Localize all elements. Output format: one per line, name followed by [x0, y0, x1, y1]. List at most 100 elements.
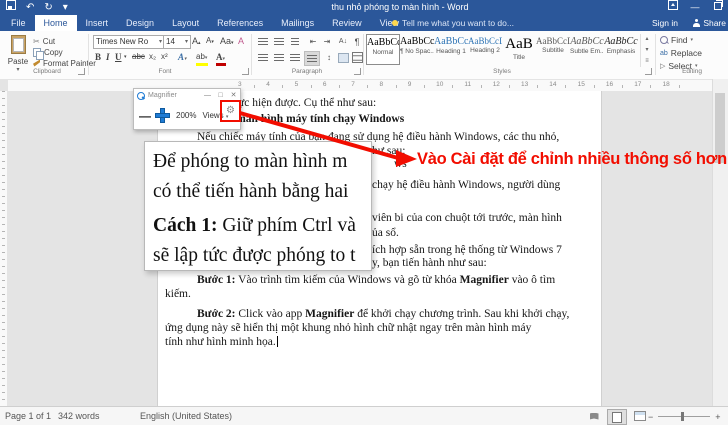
align-center-button[interactable]: [272, 51, 286, 64]
tab-mailings[interactable]: Mailings: [272, 15, 323, 31]
shrink-font-button[interactable]: A▾: [206, 36, 214, 45]
superscript-button[interactable]: x²: [161, 52, 168, 61]
font-size-combo[interactable]: 14 ▾: [163, 35, 191, 49]
zoom-in-button[interactable]: [155, 108, 170, 123]
borders-button[interactable]: [350, 51, 364, 64]
window-title: thu nhỏ phóng to màn hình - Word: [331, 2, 469, 12]
bullets-button[interactable]: [256, 35, 270, 48]
tab-review[interactable]: Review: [323, 15, 371, 31]
decrease-indent-button[interactable]: ⇤: [306, 35, 320, 48]
shading-button[interactable]: [336, 51, 350, 64]
tab-insert[interactable]: Insert: [77, 15, 118, 31]
underline-button[interactable]: U: [115, 52, 122, 62]
word-application-window: ↶ ↻ ▾ thu nhỏ phóng to màn hình - Word —…: [0, 0, 728, 425]
style-title[interactable]: AaB Title: [502, 34, 536, 65]
minimize-button[interactable]: —: [684, 0, 706, 15]
cut-label: Cut: [42, 36, 56, 46]
line-spacing-button[interactable]: ↕: [322, 51, 336, 64]
sort-button[interactable]: A↓: [336, 35, 350, 48]
copy-button[interactable]: Copy: [33, 47, 63, 60]
style-emphasis[interactable]: AaBbCc Emphasis: [604, 34, 638, 65]
chevron-down-icon[interactable]: ▾: [124, 54, 127, 60]
language-indicator[interactable]: English (United States): [140, 407, 232, 425]
text-effects-button[interactable]: A▾: [178, 52, 187, 62]
magnifier-minimize-button[interactable]: —: [201, 89, 214, 102]
styles-dialog-launcher[interactable]: [645, 68, 652, 75]
subscript-button[interactable]: x₂: [149, 52, 156, 61]
format-painter-icon: [33, 59, 40, 67]
highlight-button[interactable]: ab▾: [196, 52, 207, 61]
styles-group-label: Styles: [493, 68, 511, 75]
style-subtle-em-[interactable]: AaBbCc Subtle Em...: [570, 34, 604, 65]
increase-indent-button[interactable]: ⇥: [320, 35, 334, 48]
read-mode-button[interactable]: [585, 409, 603, 423]
bold-button[interactable]: B: [95, 52, 101, 62]
gear-icon[interactable]: ⚙: [226, 106, 235, 116]
align-right-button[interactable]: [288, 51, 302, 64]
gallery-down-button[interactable]: ▾: [641, 45, 653, 56]
tab-file[interactable]: File: [2, 15, 35, 31]
style-heading-1[interactable]: AaBbCc Heading 1: [434, 34, 468, 65]
change-case-button[interactable]: Aa▾: [220, 36, 234, 46]
cut-button[interactable]: ✂ Cut: [33, 36, 55, 46]
justify-button[interactable]: [304, 51, 320, 66]
document-text-line: Bước 2: Click vào app Magnifier để khởi …: [197, 308, 570, 320]
tell-me-box[interactable]: Tell me what you want to do...: [392, 15, 514, 31]
style-subtitle[interactable]: AaBbCcD Subtitle: [536, 34, 570, 65]
zoom-out-button[interactable]: —: [139, 109, 151, 123]
style--no-spac-[interactable]: AaBbCc ¶ No Spac...: [400, 34, 434, 65]
sign-in-button[interactable]: Sign in: [652, 15, 678, 31]
zoom-slider-thumb[interactable]: [681, 412, 685, 421]
tab-home[interactable]: Home: [34, 15, 77, 31]
show-paragraph-marks-button[interactable]: ¶: [350, 35, 364, 48]
style-name: Normal: [372, 49, 394, 56]
tab-layout[interactable]: Layout: [163, 15, 208, 31]
numbering-button[interactable]: [272, 35, 286, 48]
tab-design[interactable]: Design: [117, 15, 163, 31]
customize-qat-button[interactable]: ▾: [63, 0, 68, 15]
save-button[interactable]: [6, 0, 16, 15]
gallery-more-button[interactable]: ≡: [641, 56, 653, 67]
redo-button[interactable]: ↻: [44, 0, 52, 15]
copy-label: Copy: [44, 47, 63, 57]
find-button[interactable]: Find ▾: [660, 35, 693, 45]
font-dialog-launcher[interactable]: [242, 68, 249, 75]
style-normal[interactable]: AaBbCc Normal: [366, 34, 400, 65]
word-count[interactable]: 342 words: [58, 407, 100, 425]
clipboard-dialog-launcher[interactable]: [78, 68, 85, 75]
strikethrough-button[interactable]: abc: [132, 52, 145, 61]
align-left-button[interactable]: [256, 51, 270, 64]
print-layout-button[interactable]: [607, 409, 627, 425]
zoom-in-status-button[interactable]: +: [715, 412, 720, 422]
group-separator: [88, 34, 89, 75]
ribbon-tab-row: File Home Insert Design Layout References Mail…: [0, 15, 728, 31]
web-layout-button[interactable]: [631, 409, 649, 423]
paragraph-dialog-launcher[interactable]: [354, 68, 361, 75]
magnifier-window[interactable]: Magnifier — □ ✕ — 200% Views ▾ ⚙: [133, 88, 241, 130]
multilevel-list-button[interactable]: [288, 35, 302, 48]
document-text-line: chạy hệ điều hành Windows, người dùng: [372, 179, 561, 191]
zoom-out-status-button[interactable]: −: [648, 412, 653, 422]
document-text-line: ủa sổ.: [372, 227, 399, 239]
magnified-text-line: Để phóng to màn hình m: [153, 151, 348, 172]
font-family-combo[interactable]: Times New Ro ▾: [93, 35, 165, 49]
page-indicator[interactable]: Page 1 of 1: [5, 407, 51, 425]
tab-references[interactable]: References: [208, 15, 272, 31]
share-button[interactable]: Share: [693, 15, 726, 31]
clear-formatting-button[interactable]: A: [238, 36, 244, 46]
undo-button[interactable]: ↶: [26, 0, 34, 15]
ribbon-display-options-button[interactable]: [662, 0, 684, 15]
document-text-line: ực hiện được. Cụ thể như sau:: [238, 97, 377, 109]
magnifier-lens[interactable]: Để phóng to màn hình m có thể tiến hành b…: [144, 141, 372, 271]
grow-font-button[interactable]: A▴: [192, 36, 201, 46]
style-heading-2[interactable]: AaBbCcD Heading 2: [468, 34, 502, 65]
zoom-slider[interactable]: [658, 412, 711, 421]
gallery-up-button[interactable]: ▴: [641, 34, 653, 45]
font-color-swatch: [216, 63, 226, 66]
replace-button[interactable]: ab Replace: [660, 48, 702, 58]
restore-button[interactable]: [706, 0, 728, 15]
italic-button[interactable]: I: [106, 52, 110, 62]
magnified-text-line: có thể tiến hành bằng hai: [153, 181, 349, 202]
font-color-button[interactable]: A▾: [216, 52, 225, 62]
format-painter-button[interactable]: Format Painter: [33, 58, 96, 68]
